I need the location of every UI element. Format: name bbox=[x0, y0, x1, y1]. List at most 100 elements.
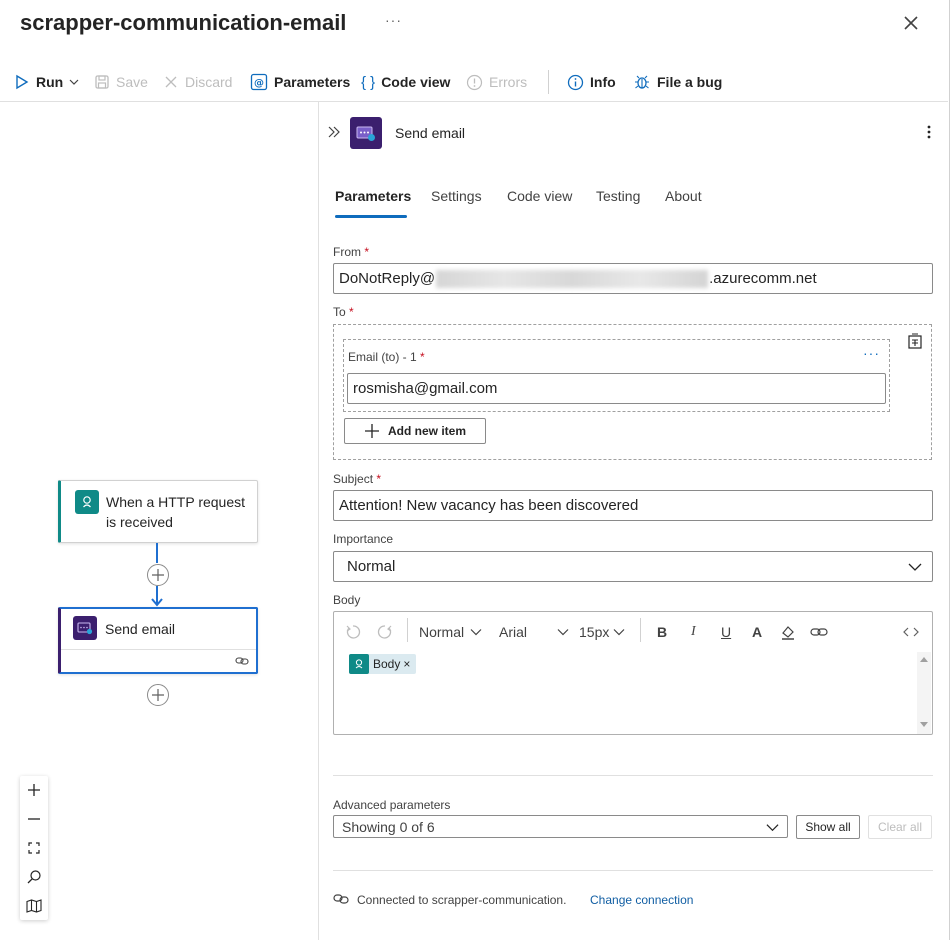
email-to-item-label: Email (to) - 1 * bbox=[348, 350, 425, 364]
file-bug-button[interactable]: File a bug bbox=[633, 72, 722, 92]
link-icon bbox=[810, 628, 828, 636]
toolbar: Run Save Discard @ Parameters { } Code v… bbox=[0, 66, 948, 102]
action-label: Send email bbox=[105, 621, 176, 637]
toolbar-divider bbox=[548, 70, 549, 94]
panel-more-button[interactable] bbox=[926, 124, 932, 145]
send-email-icon bbox=[350, 117, 382, 149]
body-label: Body bbox=[333, 593, 361, 607]
more-options-button[interactable]: ··· bbox=[385, 12, 402, 28]
section-divider bbox=[333, 870, 933, 871]
add-new-item-label: Add new item bbox=[387, 424, 466, 438]
tab-parameters[interactable]: Parameters bbox=[335, 188, 411, 204]
switch-to-text-mode-icon[interactable] bbox=[906, 332, 924, 350]
bug-icon bbox=[635, 75, 649, 89]
canvas-controls bbox=[20, 776, 48, 920]
font-family-select[interactable]: Arial bbox=[499, 618, 569, 646]
play-icon bbox=[16, 74, 29, 90]
trigger-node-http-request[interactable]: When a HTTP request is received bbox=[58, 480, 258, 543]
redo-icon bbox=[377, 625, 392, 639]
braces-icon: { } bbox=[361, 73, 376, 91]
remove-token-button[interactable]: × bbox=[403, 657, 410, 671]
subject-value: Attention! New vacancy has been discover… bbox=[339, 497, 639, 514]
trigger-label-line1: When a HTTP request bbox=[106, 494, 246, 510]
http-request-icon bbox=[75, 490, 99, 514]
subject-field[interactable]: Attention! New vacancy has been discover… bbox=[333, 490, 933, 521]
code-view-button[interactable]: { } Code view bbox=[361, 72, 450, 92]
discard-icon bbox=[165, 76, 177, 88]
save-button[interactable]: Save bbox=[94, 72, 148, 92]
panel-title: Send email bbox=[395, 125, 466, 141]
tab-about[interactable]: About bbox=[665, 188, 702, 204]
plus-icon bbox=[364, 424, 379, 438]
clear-all-button[interactable]: Clear all bbox=[868, 815, 932, 839]
add-step-button[interactable] bbox=[147, 684, 169, 706]
item-more-button[interactable]: ··· bbox=[863, 345, 880, 361]
close-button[interactable] bbox=[900, 12, 922, 34]
run-button[interactable]: Run bbox=[14, 72, 79, 92]
font-color-icon: A bbox=[752, 624, 763, 640]
trigger-label: When a HTTP request is received bbox=[106, 492, 245, 532]
error-icon bbox=[466, 74, 483, 90]
bold-button[interactable]: B bbox=[657, 618, 667, 646]
action-node-send-email[interactable]: Send email bbox=[58, 607, 258, 674]
email-to-value: rosmisha@gmail.com bbox=[353, 380, 498, 397]
italic-button[interactable]: I bbox=[691, 618, 696, 646]
underline-icon: U bbox=[721, 624, 732, 640]
chevron-down-icon bbox=[557, 629, 569, 636]
undo-button[interactable] bbox=[345, 618, 361, 646]
email-icon bbox=[73, 616, 97, 640]
fit-view-button[interactable] bbox=[20, 834, 48, 862]
zoom-in-button[interactable] bbox=[20, 776, 48, 804]
from-field[interactable]: DoNotReply@ .azurecomm.net bbox=[333, 263, 933, 294]
body-dynamic-token[interactable]: Body × bbox=[349, 654, 417, 674]
from-prefix: DoNotReply@ bbox=[339, 270, 436, 287]
underline-button[interactable]: U bbox=[721, 618, 731, 646]
search-button[interactable] bbox=[20, 863, 48, 891]
redo-button[interactable] bbox=[377, 618, 393, 646]
importance-label: Importance bbox=[333, 532, 394, 546]
zoom-in-icon bbox=[28, 784, 40, 796]
fit-view-icon bbox=[28, 842, 40, 854]
insert-step-button[interactable] bbox=[147, 564, 169, 586]
font-size-select[interactable]: 15px bbox=[579, 618, 625, 646]
save-icon bbox=[95, 75, 109, 89]
editor-scrollbar[interactable] bbox=[917, 652, 931, 734]
highlight-button[interactable] bbox=[780, 618, 796, 646]
tab-settings[interactable]: Settings bbox=[431, 188, 482, 204]
insert-link-button[interactable] bbox=[810, 618, 828, 646]
importance-value: Normal bbox=[347, 558, 396, 575]
code-view-toggle[interactable] bbox=[903, 618, 919, 646]
parameters-button[interactable]: @ Parameters bbox=[250, 72, 350, 92]
panel-divider bbox=[318, 102, 319, 940]
chevron-down-icon bbox=[69, 79, 79, 85]
italic-icon: I bbox=[691, 624, 696, 639]
font-color-button[interactable]: A bbox=[752, 618, 762, 646]
collapse-panel-button[interactable] bbox=[327, 125, 341, 142]
info-label: Info bbox=[590, 74, 616, 90]
block-format-select[interactable]: Normal bbox=[419, 618, 482, 646]
importance-select[interactable]: Normal bbox=[333, 551, 933, 582]
email-to-item-label-text: Email (to) - 1 bbox=[348, 350, 417, 364]
email-to-input[interactable]: rosmisha@gmail.com bbox=[347, 373, 886, 404]
search-icon bbox=[27, 870, 41, 884]
change-connection-link[interactable]: Change connection bbox=[590, 893, 693, 907]
advanced-parameters-select[interactable]: Showing 0 of 6 bbox=[333, 815, 788, 838]
required-mark: * bbox=[349, 305, 354, 319]
connection-link-icon bbox=[235, 657, 249, 665]
connection-icon bbox=[333, 894, 349, 904]
discard-button[interactable]: Discard bbox=[163, 72, 232, 92]
tab-testing[interactable]: Testing bbox=[596, 188, 640, 204]
errors-button[interactable]: Errors bbox=[466, 72, 527, 92]
http-request-icon bbox=[349, 654, 369, 674]
info-button[interactable]: Info bbox=[567, 72, 616, 92]
minimap-button[interactable] bbox=[20, 892, 48, 920]
run-label: Run bbox=[36, 74, 64, 90]
add-new-item-button[interactable]: Add new item bbox=[344, 418, 486, 444]
close-icon bbox=[904, 16, 918, 30]
section-divider bbox=[333, 775, 933, 776]
zoom-out-button[interactable] bbox=[20, 805, 48, 833]
tab-code-view[interactable]: Code view bbox=[507, 188, 572, 204]
bold-icon: B bbox=[657, 624, 668, 640]
show-all-button[interactable]: Show all bbox=[796, 815, 860, 839]
map-icon bbox=[26, 899, 42, 913]
